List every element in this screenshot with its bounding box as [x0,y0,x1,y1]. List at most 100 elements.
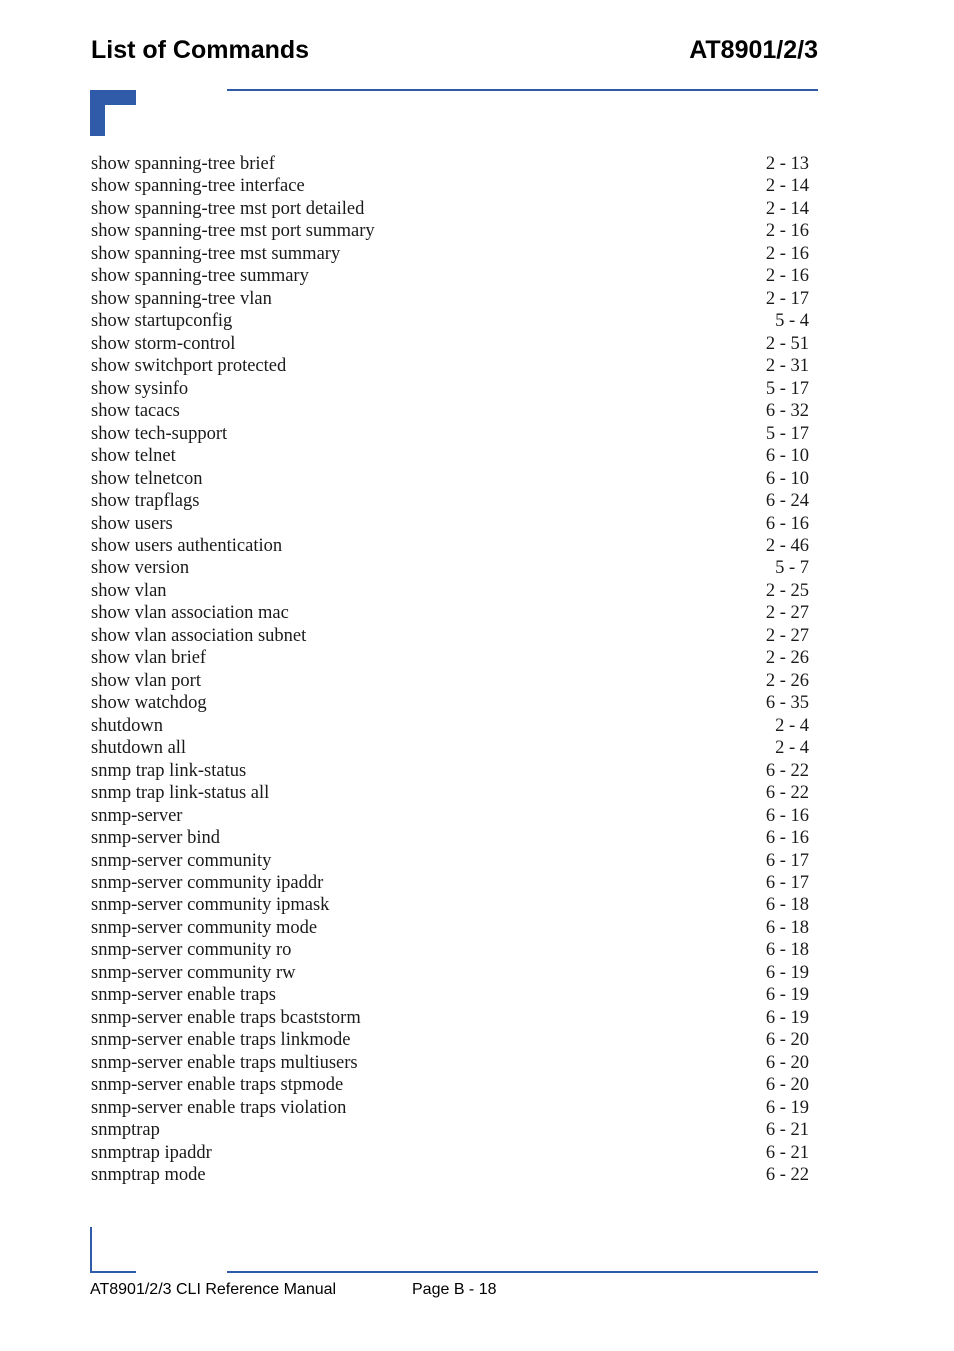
command-name: snmp-server community mode [91,917,318,938]
page-reference: 2 - 13 [765,154,809,174]
page-reference: 2 - 25 [765,580,809,601]
list-item: snmp-server community rw 6 - 19 [91,962,809,984]
command-name: shutdown [91,715,163,736]
list-item: snmp-server enable traps linkmode 6 - 20 [91,1029,809,1051]
page-reference: 2 - 46 [765,535,809,556]
corner-bracket-bottom-horizontal [90,1271,136,1273]
command-name: snmp-server [91,805,183,826]
list-item: snmp-server community mode 6 - 18 [91,917,809,939]
header-rule [227,89,818,91]
page-reference: 6 - 20 [765,1052,809,1073]
list-item: show spanning-tree interface 2 - 14 [91,175,809,197]
page-reference: 2 - 26 [765,670,809,691]
page-reference: 6 - 22 [765,783,809,804]
command-name: snmp-server community ipmask [91,895,330,916]
command-name: show spanning-tree summary [91,266,309,287]
command-name: show startupconfig [91,311,233,332]
page-reference: 6 - 18 [765,895,809,916]
command-name: snmp trap link-status [91,760,247,781]
page-reference: 6 - 16 [765,805,809,826]
command-name: snmp-server enable traps bcaststorm [91,1007,361,1028]
page-reference: 6 - 18 [765,940,809,961]
list-item: snmp-server community ro 6 - 18 [91,939,809,961]
page-reference: 6 - 20 [765,1030,809,1051]
command-index-list: show spanning-tree brief 2 - 13 show spann… [91,153,809,1187]
command-name: snmptrap ipaddr [91,1142,212,1163]
page-reference: 2 - 27 [765,625,809,646]
list-item: shutdown 2 - 4 [91,715,809,737]
list-item: snmp trap link-status all 6 - 22 [91,782,809,804]
list-item: snmptrap mode 6 - 22 [91,1164,809,1186]
list-item: snmptrap 6 - 21 [91,1119,809,1141]
page-reference: 6 - 20 [765,1075,809,1096]
list-item: snmp-server bind 6 - 16 [91,827,809,849]
command-name: snmptrap mode [91,1165,206,1186]
page-reference: 6 - 22 [765,760,809,781]
page-reference: 6 - 35 [765,693,809,714]
list-item: snmp-server community ipmask 6 - 18 [91,894,809,916]
list-item: show users authentication 2 - 46 [91,535,809,557]
list-item: snmp-server enable traps multiusers 6 - 2… [91,1052,809,1074]
page-reference: 2 - 27 [765,603,809,624]
page-reference: 6 - 24 [765,491,809,512]
command-name: show spanning-tree interface [91,176,305,197]
command-name: snmp-server community [91,850,272,871]
command-name: show users authentication [91,535,283,556]
command-name: snmp-server community ipaddr [91,873,324,893]
command-name: show tech-support [91,423,228,444]
list-item: show users 6 - 16 [91,513,809,535]
product-model: AT8901/2/3 [689,36,818,64]
list-item: snmptrap ipaddr 6 - 21 [91,1142,809,1164]
command-name: show watchdog [91,693,207,714]
corner-bracket-top-vertical [90,90,105,136]
list-item: show sysinfo 5 - 17 [91,378,809,400]
command-name: show users [91,513,173,534]
page-reference: 6 - 19 [765,962,809,983]
list-item: show spanning-tree vlan 2 - 17 [91,288,809,310]
command-name: snmp-server enable traps [91,985,276,1006]
page-reference: 6 - 22 [765,1165,809,1186]
page-reference: 5 - 17 [765,423,809,444]
page-reference: 6 - 19 [765,1007,809,1028]
command-name: snmp-server community rw [91,962,296,983]
command-name: show telnetcon [91,468,203,489]
list-item: show spanning-tree mst port detailed 2 - … [91,198,809,220]
command-name: snmp-server enable traps multiusers [91,1052,358,1073]
command-name: show switchport protected [91,356,287,377]
page-reference: 6 - 17 [765,850,809,871]
list-item: show spanning-tree mst port summary 2 - 1… [91,220,809,242]
page-reference: 2 - 26 [765,648,809,669]
command-name: show trapflags [91,491,200,512]
list-item: snmp-server enable traps stpmode 6 - 20 [91,1074,809,1096]
list-item: show spanning-tree summary 2 - 16 [91,265,809,287]
list-item: show telnet 6 - 10 [91,445,809,467]
command-name: show spanning-tree mst port detailed [91,198,365,219]
command-name: show vlan brief [91,648,207,669]
list-item: show version 5 - 7 [91,557,809,579]
page-reference: 2 - 4 [775,715,809,736]
footer-rule [227,1271,818,1273]
list-item: snmp-server enable traps bcaststorm 6 - 1… [91,1007,809,1029]
page-reference: 5 - 7 [775,558,809,579]
command-name: show sysinfo [91,378,189,399]
command-name: show spanning-tree brief [91,154,275,174]
page-reference: 6 - 32 [765,401,809,422]
command-name: show spanning-tree vlan [91,288,272,309]
list-item: show vlan association subnet 2 - 27 [91,625,809,647]
corner-bracket-bottom-vertical [90,1227,92,1273]
list-item: snmp-server community 6 - 17 [91,850,809,872]
page-reference: 2 - 31 [765,356,809,377]
list-item: show watchdog 6 - 35 [91,692,809,714]
command-name: shutdown all [91,738,187,759]
list-item: show startupconfig 5 - 4 [91,310,809,332]
page-reference: 6 - 10 [765,468,809,489]
page-reference: 6 - 21 [765,1120,809,1141]
list-item: show storm-control 2 - 51 [91,333,809,355]
page-reference: 2 - 16 [765,266,809,287]
page-reference: 2 - 14 [765,176,809,197]
command-name: snmp-server enable traps violation [91,1097,347,1118]
page-reference: 6 - 19 [765,1097,809,1118]
list-item: show spanning-tree brief 2 - 13 [91,153,809,175]
page-reference: 6 - 21 [765,1142,809,1163]
footer-page-number: Page B - 18 [412,1281,497,1298]
